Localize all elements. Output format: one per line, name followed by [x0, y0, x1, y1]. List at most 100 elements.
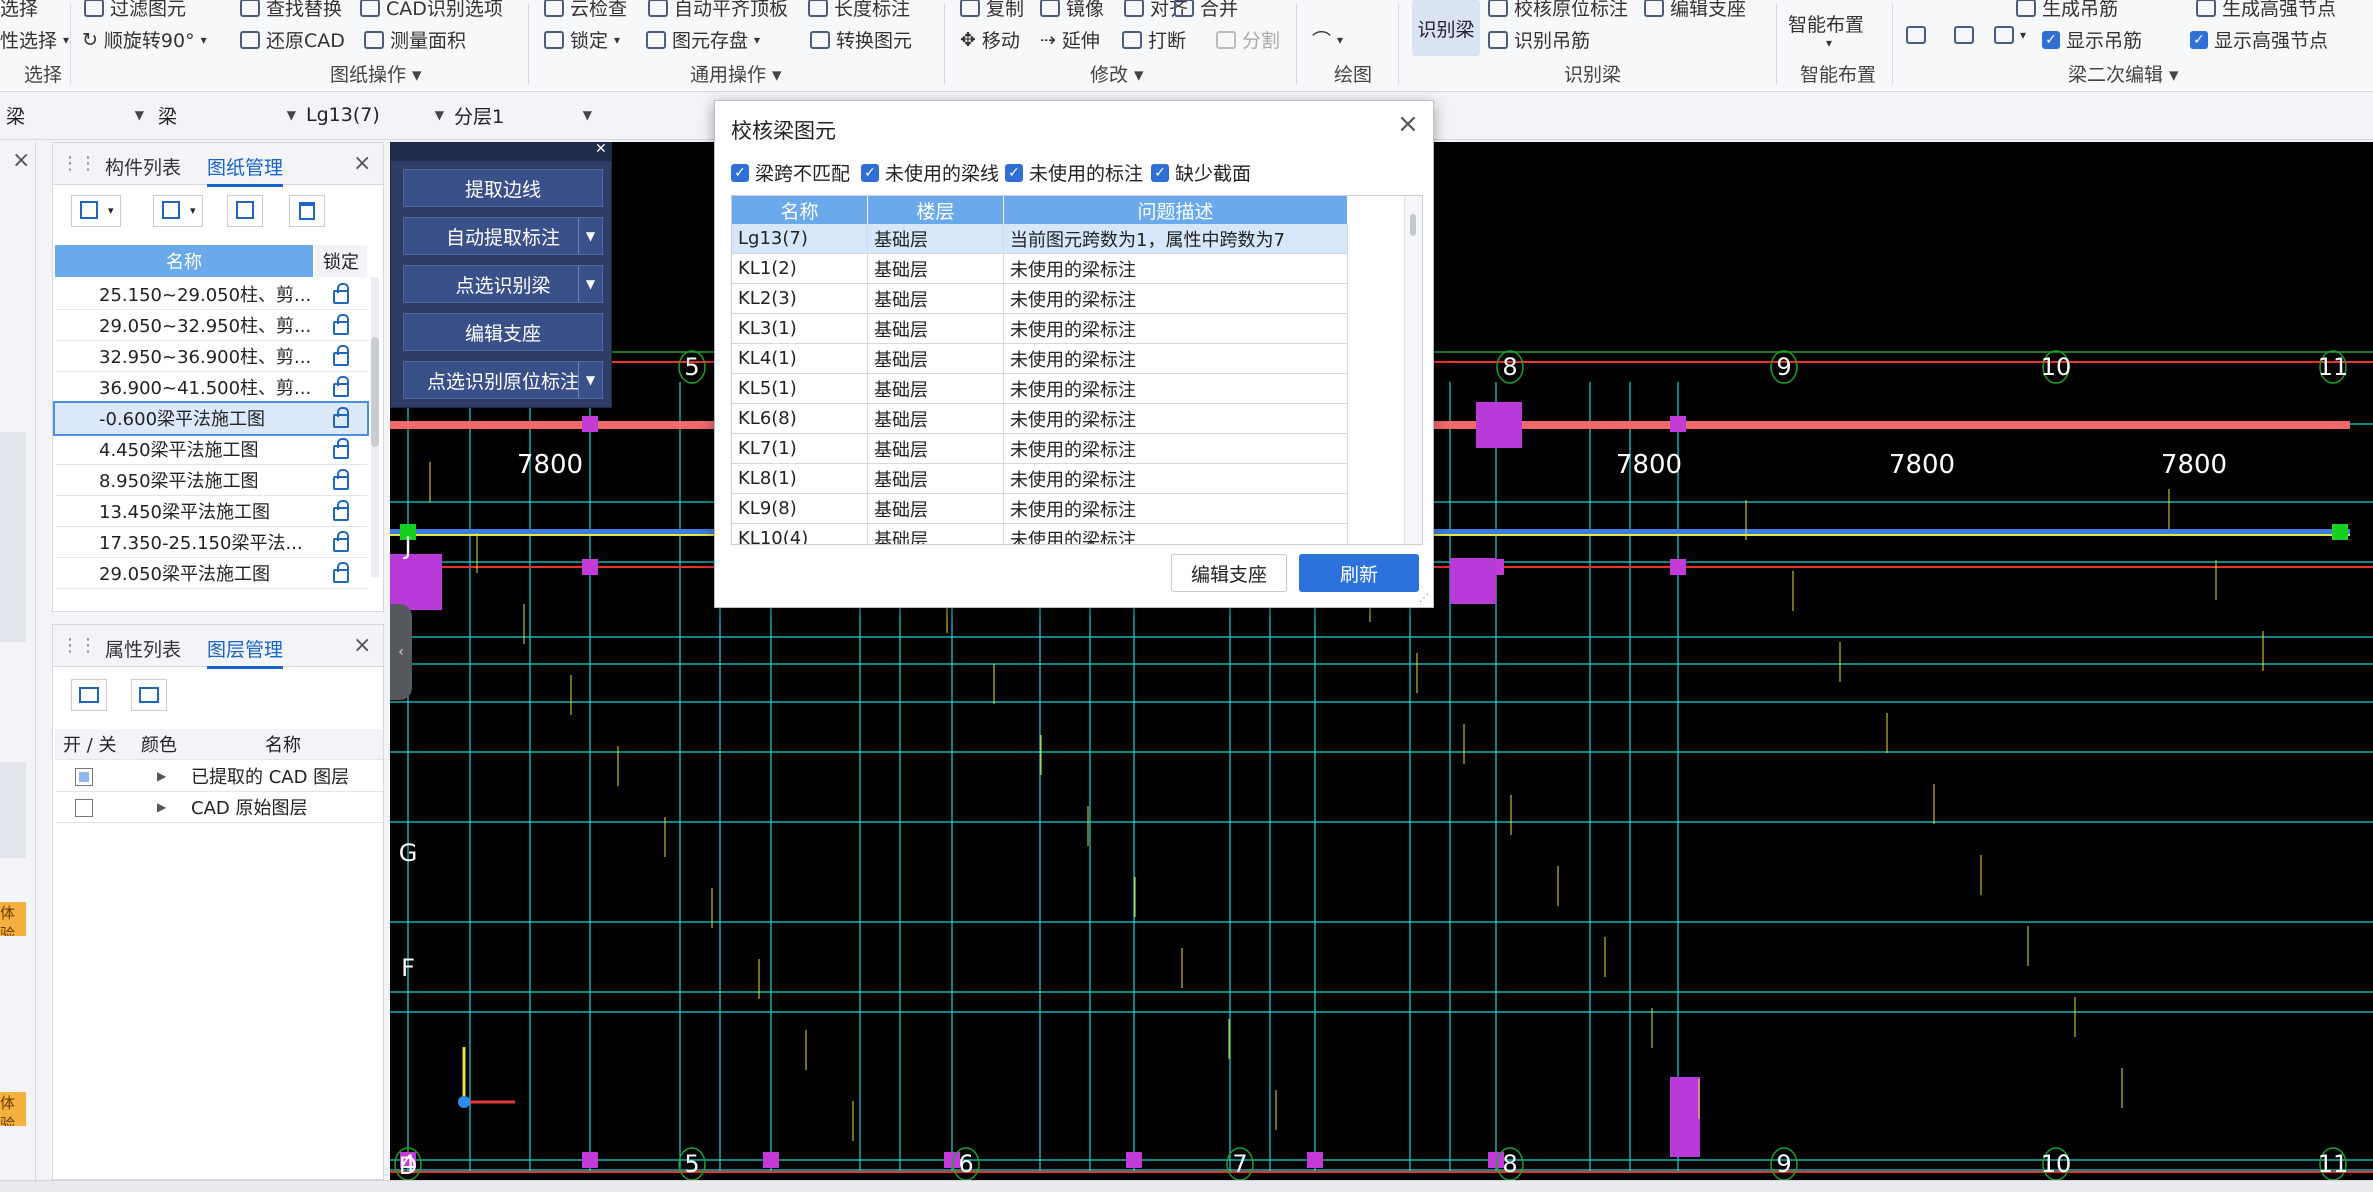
layer-show-all-button[interactable]: [71, 679, 107, 711]
length-dim-button[interactable]: 长度标注: [808, 0, 910, 21]
drawing-row[interactable]: -0.600梁平法施工图: [53, 401, 369, 436]
issue-cell-floor[interactable]: 基础层: [868, 344, 1004, 374]
drawing-row[interactable]: 8.950梁平法施工图: [55, 465, 367, 496]
column-header-description[interactable]: 问题描述: [1004, 196, 1348, 224]
column-header-floor[interactable]: 楼层: [868, 196, 1004, 224]
issue-cell-name[interactable]: KL9(8): [732, 494, 868, 524]
issue-cell-desc[interactable]: 未使用的梁标注: [1004, 404, 1348, 434]
column-header-lock[interactable]: 锁定: [315, 245, 367, 277]
close-icon[interactable]: ✕: [595, 141, 607, 157]
filter-elements-button[interactable]: 过滤图元: [84, 0, 186, 21]
drawing-row[interactable]: 25.150~29.050柱、剪...: [55, 279, 367, 310]
issue-cell-desc[interactable]: 当前图元跨数为1，属性中跨数为7: [1004, 224, 1348, 254]
type-select[interactable]: 梁 ▼: [152, 100, 300, 130]
element-save-button[interactable]: 图元存盘 ▾: [646, 26, 760, 53]
issue-cell-floor[interactable]: 基础层: [868, 494, 1004, 524]
collapsed-panel-tab[interactable]: [0, 762, 26, 858]
close-icon[interactable]: ×: [12, 148, 30, 173]
measure-area-button[interactable]: 测量面积: [364, 26, 466, 53]
tab-drawing-management[interactable]: 图纸管理: [207, 153, 284, 187]
experience-badge[interactable]: 体验: [0, 902, 26, 936]
layer-toggle-checkbox[interactable]: [75, 799, 93, 817]
scrollbar[interactable]: [371, 277, 379, 577]
close-icon[interactable]: ×: [353, 633, 371, 658]
column-header-name[interactable]: 名称: [55, 245, 313, 277]
split-button[interactable]: 分割: [1216, 26, 1280, 53]
group-label-general-ops[interactable]: 通用操作 ▾: [690, 60, 782, 87]
issue-cell-desc[interactable]: 未使用的梁标注: [1004, 374, 1348, 404]
scrollbar-thumb[interactable]: [1410, 214, 1416, 236]
auto-extract-dim-button[interactable]: 自动提取标注 ▼: [403, 217, 603, 255]
cad-options-button[interactable]: CAD识别选项: [360, 0, 503, 21]
move-button[interactable]: ✥ 移动: [960, 26, 1020, 53]
collapsed-panel-tab[interactable]: [0, 432, 26, 642]
extract-edge-button[interactable]: 提取边线: [403, 169, 603, 207]
issue-cell-name[interactable]: Lg13(7): [732, 224, 868, 254]
drawing-row[interactable]: 29.050~32.950柱、剪...: [55, 310, 367, 341]
layer-row[interactable]: ▶ 已提取的 CAD 图层: [55, 761, 383, 792]
lock-icon[interactable]: [333, 531, 349, 552]
issue-cell-floor[interactable]: 基础层: [868, 314, 1004, 344]
lock-icon[interactable]: [333, 469, 349, 490]
drag-handle-icon[interactable]: ⋮⋮: [61, 635, 97, 656]
show-hanger-checkbox[interactable]: ✓ 显示吊筋: [2042, 26, 2142, 53]
layer-row[interactable]: ▶ CAD 原始图层: [55, 792, 383, 823]
identify-hanger-button[interactable]: 识别吊筋: [1488, 26, 1590, 53]
check-inplace-dim-button[interactable]: 校核原位标注: [1488, 0, 1628, 21]
filter-unused-dim-checkbox[interactable]: ✓ 未使用的标注: [1005, 159, 1143, 186]
smart-layout-dropdown[interactable]: ▾: [1826, 36, 1832, 50]
expand-icon[interactable]: ▶: [157, 769, 166, 783]
lock-icon[interactable]: [333, 407, 349, 428]
extend-button[interactable]: ⇢ 延伸: [1040, 26, 1100, 53]
generate-hs-node-button[interactable]: 生成高强节点: [2196, 0, 2336, 21]
chevron-down-icon[interactable]: ▼: [578, 266, 602, 302]
lock-icon[interactable]: [333, 438, 349, 459]
filter-span-mismatch-checkbox[interactable]: ✓ 梁跨不匹配: [731, 159, 850, 186]
issue-cell-floor[interactable]: 基础层: [868, 464, 1004, 494]
issue-cell-name[interactable]: KL2(3): [732, 284, 868, 314]
lock-icon[interactable]: [333, 314, 349, 335]
select-tool[interactable]: 选择: [0, 0, 38, 21]
tab-layer-management[interactable]: 图层管理: [207, 635, 284, 669]
show-hs-node-checkbox[interactable]: ✓ 显示高强节点: [2190, 26, 2328, 53]
issue-cell-name[interactable]: KL1(2): [732, 254, 868, 284]
edit-support-dialog-button[interactable]: 编辑支座: [1171, 554, 1287, 592]
experience-badge[interactable]: 体验: [0, 1092, 26, 1126]
layer-select[interactable]: 分层1 ▼: [448, 100, 596, 130]
lock-icon[interactable]: [333, 345, 349, 366]
lock-icon[interactable]: [333, 500, 349, 521]
delete-drawing-button[interactable]: [289, 195, 325, 227]
group-label-beam-edit[interactable]: 梁二次编辑 ▾: [2068, 60, 2179, 87]
beam-tool-2-button[interactable]: [1954, 26, 1974, 44]
filter-unused-beamline-checkbox[interactable]: ✓ 未使用的梁线: [861, 159, 999, 186]
layer-toggle-checkbox[interactable]: [75, 768, 93, 786]
convert-element-button[interactable]: 转换图元: [810, 26, 912, 53]
beam-tool-3-button[interactable]: ▾: [1994, 26, 2026, 44]
issue-cell-desc[interactable]: 未使用的梁标注: [1004, 254, 1348, 284]
cloud-check-button[interactable]: 云检查: [544, 0, 627, 21]
scrollbar-thumb[interactable]: [371, 337, 379, 447]
refresh-button[interactable]: 刷新: [1299, 554, 1419, 592]
column-header-name[interactable]: 名称: [732, 196, 868, 224]
issue-cell-desc[interactable]: 未使用的梁标注: [1004, 284, 1348, 314]
find-replace-button[interactable]: 查找替换: [240, 0, 342, 21]
layer-hide-all-button[interactable]: [131, 679, 167, 711]
lock-icon[interactable]: [333, 562, 349, 583]
issue-cell-name[interactable]: KL3(1): [732, 314, 868, 344]
issue-cell-name[interactable]: KL5(1): [732, 374, 868, 404]
drawing-row[interactable]: 13.450梁平法施工图: [55, 496, 367, 527]
attr-select-button[interactable]: 性选择 ▾: [0, 26, 69, 53]
category-select[interactable]: 梁 ▼: [0, 100, 148, 130]
issue-cell-name[interactable]: KL7(1): [732, 434, 868, 464]
scrollbar[interactable]: [1404, 196, 1422, 544]
tab-component-list[interactable]: 构件列表: [105, 153, 181, 180]
group-label-drawing-ops[interactable]: 图纸操作 ▾: [330, 60, 422, 87]
add-drawing-button[interactable]: ▾: [71, 195, 121, 227]
smart-layout-button[interactable]: 智能布置: [1788, 10, 1864, 37]
issue-cell-floor[interactable]: 基础层: [868, 224, 1004, 254]
lock-icon[interactable]: [333, 376, 349, 397]
break-button[interactable]: 打断: [1122, 26, 1186, 53]
drag-handle-icon[interactable]: ⋮⋮: [61, 153, 97, 174]
issue-cell-floor[interactable]: 基础层: [868, 434, 1004, 464]
draw-arc-button[interactable]: ⌒ ▾: [1312, 26, 1343, 53]
